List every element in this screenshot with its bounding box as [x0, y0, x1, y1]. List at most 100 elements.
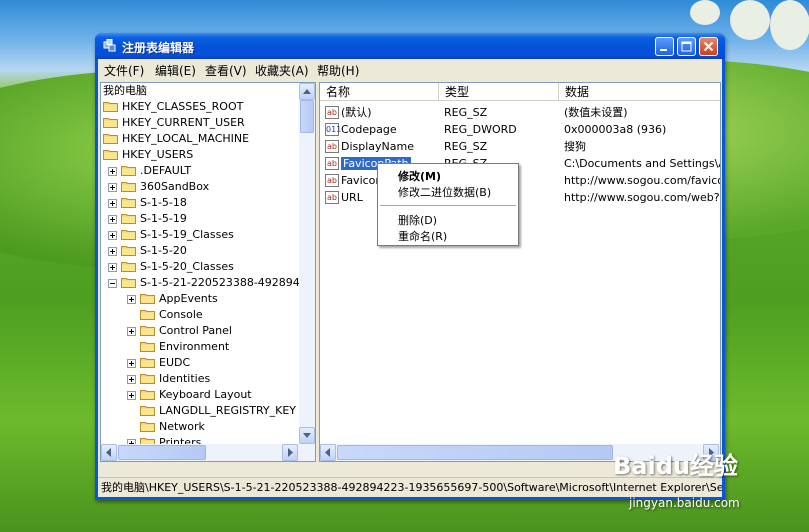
tree-item[interactable]: HKEY_USERS [101, 147, 298, 163]
tree-item[interactable]: S-1-5-21-220523388-492894223-1935655697-… [101, 275, 315, 291]
tree-item[interactable]: S-1-5-20 [101, 243, 298, 259]
expand-toggle-icon[interactable] [127, 295, 136, 304]
tree-vertical-scrollbar[interactable] [299, 83, 315, 444]
expand-toggle-icon[interactable] [108, 183, 117, 192]
menu-edit[interactable]: 编辑(E) [155, 62, 196, 79]
minimize-button[interactable] [655, 37, 674, 56]
value-name: (默认) [341, 106, 372, 119]
expand-toggle-icon[interactable] [108, 215, 117, 224]
tree-item-label: Environment [159, 340, 230, 353]
menu-separator [380, 205, 516, 206]
tree-item-label: HKEY_CLASSES_ROOT [122, 100, 244, 113]
scroll-down-button[interactable] [299, 427, 315, 444]
window-client-area: 文件(F) 编辑(E) 查看(V) 收藏夹(A) 帮助(H) 我的电脑 HKEY_… [98, 59, 722, 497]
value-type: REG_DWORD [444, 123, 517, 136]
folder-icon [140, 374, 155, 384]
arrow-up-icon [303, 89, 311, 94]
tree-item[interactable]: Control Panel [101, 323, 298, 339]
arrow-left-icon [325, 448, 330, 457]
expand-toggle-icon[interactable] [108, 231, 117, 240]
tree-item[interactable]: LANGDLL_REGISTRY_KEY [101, 403, 298, 419]
baidu-watermark: Baidu经验 jingyan.baidu.com [607, 446, 797, 520]
menu-favorites[interactable]: 收藏夹(A) [255, 62, 309, 79]
scroll-left-button[interactable] [320, 444, 336, 461]
desktop-tree [770, 0, 809, 50]
tree-item[interactable]: S-1-5-18 [101, 195, 298, 211]
scroll-thumb[interactable] [118, 445, 206, 460]
expand-toggle-icon[interactable] [108, 167, 117, 176]
tree-item-label: Keyboard Layout [159, 388, 252, 401]
expand-toggle-icon[interactable] [108, 247, 117, 256]
tree-item[interactable]: AppEvents [101, 291, 298, 307]
tree-item[interactable]: Console [101, 307, 298, 323]
context-menu-item[interactable]: 修改(M) [398, 168, 441, 184]
context-menu-item[interactable]: 重命名(R) [398, 228, 447, 244]
expand-toggle-icon[interactable] [127, 327, 136, 336]
value-type: REG_SZ [444, 106, 488, 119]
scroll-thumb[interactable] [300, 100, 314, 133]
value-row[interactable]: 011 Codepage REG_DWORD 0x000003a8 (936) [320, 121, 720, 138]
tree-item[interactable]: Environment [101, 339, 298, 355]
desktop-tree [690, 0, 720, 25]
folder-icon [121, 262, 136, 272]
scroll-left-button[interactable] [101, 444, 117, 461]
tree-item[interactable]: HKEY_LOCAL_MACHINE [101, 131, 298, 147]
context-menu-item[interactable]: 修改二进位数据(B) [398, 184, 491, 200]
folder-icon [121, 214, 136, 224]
maximize-button[interactable] [677, 37, 696, 56]
menu-file[interactable]: 文件(F) [104, 62, 144, 79]
context-menu-item[interactable]: 删除(D) [398, 212, 437, 228]
tree-item-label: .DEFAULT [140, 164, 192, 177]
folder-icon [103, 102, 118, 112]
scroll-up-button[interactable] [299, 83, 315, 100]
value-type: REG_SZ [444, 140, 488, 153]
window-title: 注册表编辑器 [122, 41, 195, 55]
folder-icon [103, 134, 118, 144]
tree-item[interactable]: .DEFAULT [101, 163, 298, 179]
value-data: (数值未设置) [564, 106, 628, 119]
value-row[interactable]: ab DisplayName REG_SZ 搜狗 [320, 138, 720, 155]
tree-item[interactable]: S-1-5-20_Classes [101, 259, 298, 275]
tree-item-label: HKEY_LOCAL_MACHINE [122, 132, 250, 145]
tree-item[interactable]: S-1-5-19_Classes [101, 227, 298, 243]
expand-toggle-icon[interactable] [108, 199, 117, 208]
arrow-left-icon [106, 448, 111, 457]
expand-toggle-icon[interactable] [127, 359, 136, 368]
expand-toggle-icon[interactable] [108, 263, 117, 272]
tree-item-label: 360SandBox [140, 180, 210, 193]
tree-item[interactable]: HKEY_CURRENT_USER [101, 115, 298, 131]
column-header-data[interactable]: 数据 [559, 83, 720, 101]
tree-item-label: Identities [159, 372, 211, 385]
expand-toggle-icon[interactable] [127, 391, 136, 400]
tree-item-label: HKEY_USERS [122, 148, 194, 161]
tree-item[interactable]: 360SandBox [101, 179, 298, 195]
folder-icon [121, 182, 136, 192]
tree-horizontal-scrollbar[interactable] [101, 444, 315, 461]
column-header-type[interactable]: 类型 [439, 83, 559, 101]
scroll-thumb[interactable] [337, 445, 613, 460]
tree-item[interactable]: 我的电脑 [101, 83, 298, 99]
menu-help[interactable]: 帮助(H) [317, 62, 359, 79]
collapse-toggle-icon[interactable] [108, 279, 117, 288]
close-button[interactable] [699, 37, 718, 56]
tree-item[interactable]: Identities [101, 371, 298, 387]
column-header-name[interactable]: 名称 [320, 83, 439, 101]
tree-item[interactable]: S-1-5-19 [101, 211, 298, 227]
tree-item[interactable]: EUDC [101, 355, 298, 371]
registry-tree-pane[interactable]: 我的电脑 HKEY_CLASSES_ROOT HKEY_CURRENT_USER HK… [100, 82, 316, 462]
tree-item-label: Network [159, 420, 205, 433]
folder-icon [140, 422, 155, 432]
arrow-right-icon [288, 448, 293, 457]
folder-icon [103, 150, 118, 160]
folder-icon [140, 342, 155, 352]
title-bar[interactable]: 注册表编辑器 [95, 33, 725, 59]
menu-view[interactable]: 查看(V) [205, 62, 247, 79]
tree-item[interactable]: Network [101, 419, 298, 435]
values-list-pane[interactable]: 名称 类型 数据 ab (默认) REG_SZ (数值未设置) 011 Codepage R… [319, 82, 721, 462]
scroll-right-button[interactable] [282, 444, 298, 461]
value-row[interactable]: ab (默认) REG_SZ (数值未设置) [320, 104, 720, 121]
tree-item[interactable]: Keyboard Layout [101, 387, 298, 403]
tree-item[interactable]: HKEY_CLASSES_ROOT [101, 99, 298, 115]
expand-toggle-icon[interactable] [127, 375, 136, 384]
tree-item-label: Control Panel [159, 324, 232, 337]
